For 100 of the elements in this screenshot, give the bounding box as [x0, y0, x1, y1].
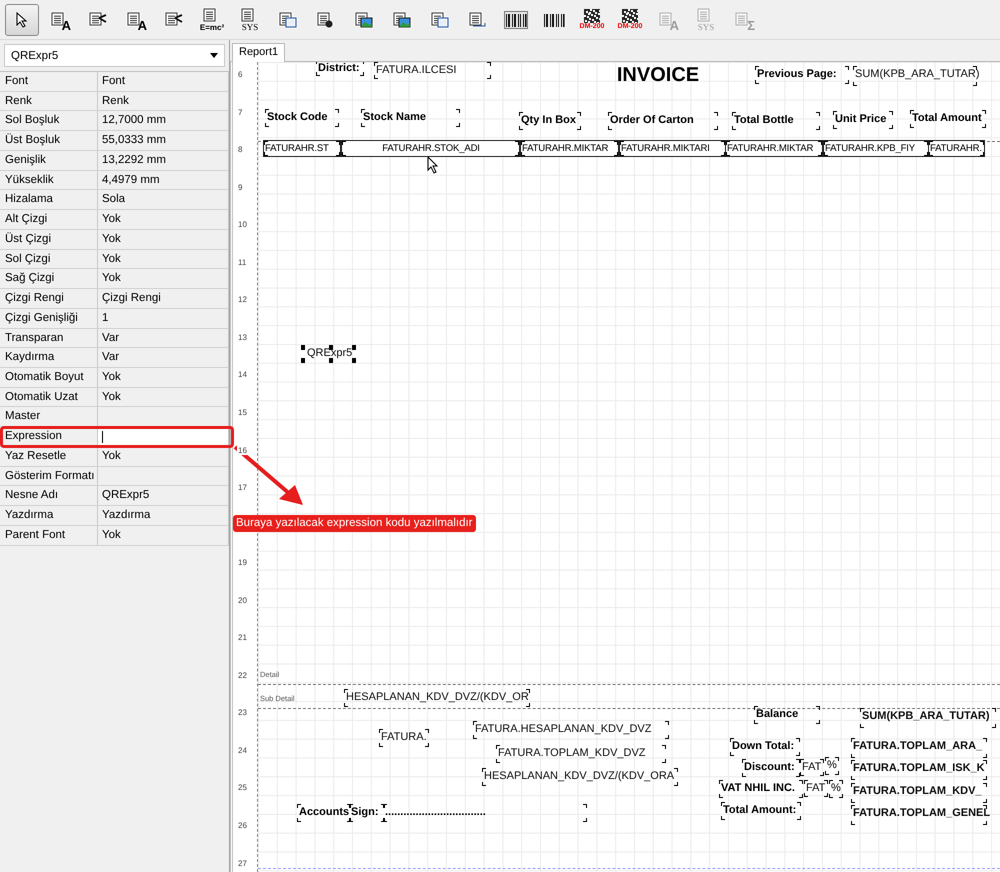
- report-field[interactable]: FATURA.TOPLAM_KDV_: [851, 783, 987, 803]
- property-name: Yazdırma: [0, 506, 98, 525]
- report-label[interactable]: %: [825, 757, 839, 775]
- report-label[interactable]: Down Total:: [730, 738, 800, 756]
- property-value[interactable]: Var: [98, 348, 229, 368]
- report-label[interactable]: Order Of Carton: [608, 112, 718, 130]
- mouse-pointer-icon: [427, 156, 439, 174]
- property-value[interactable]: Yok: [98, 368, 229, 387]
- property-value[interactable]: Renk: [98, 92, 229, 110]
- report-label[interactable]: Discount:: [742, 759, 800, 777]
- report-field[interactable]: FATURA.HESAPLANAN_KDV_DVZ: [473, 721, 669, 739]
- report-label[interactable]: Stock Code: [265, 109, 339, 127]
- property-value[interactable]: Sola: [98, 190, 229, 210]
- property-value[interactable]: 4,4979 mm: [98, 170, 229, 190]
- report-label[interactable]: District:: [316, 62, 364, 76]
- barcode-icon: [504, 10, 528, 28]
- property-value[interactable]: Yok: [98, 250, 229, 268]
- property-name: Renk: [0, 92, 98, 110]
- object-dropdown[interactable]: QRExpr5: [4, 44, 225, 67]
- property-value[interactable]: 55,0333 mm: [98, 131, 229, 150]
- data-field[interactable]: FATURAHR.MIKTARI: [619, 140, 726, 157]
- property-name: Parent Font: [0, 526, 98, 545]
- report-field[interactable]: SUM(KPB_ARA_TUTAR): [853, 66, 977, 86]
- property-value[interactable]: Yazdırma: [98, 506, 229, 525]
- property-value[interactable]: Font: [98, 72, 229, 91]
- report-label[interactable]: Previous Page:: [755, 66, 849, 84]
- property-value[interactable]: Yok: [98, 388, 229, 406]
- property-value[interactable]: Yok: [98, 526, 229, 545]
- property-name: Hizalama: [0, 190, 98, 210]
- report-label[interactable]: %: [829, 780, 843, 798]
- report-label[interactable]: Stock Name: [361, 109, 460, 127]
- data-field[interactable]: FATURAHR.MIKTAR: [725, 140, 823, 157]
- report-label[interactable]: Accounts: [297, 804, 351, 822]
- report-label[interactable]: Total Bottle: [732, 112, 820, 130]
- report-title[interactable]: INVOICE: [563, 62, 753, 88]
- data-field[interactable]: FATURAHR.: [928, 140, 985, 157]
- report-field[interactable]: FATURA.TOPLAM_KDV_DVZ: [496, 745, 666, 763]
- ruler-number: 11: [237, 258, 248, 267]
- system-tool-button[interactable]: SYS: [233, 4, 267, 36]
- ruler-number: 10: [237, 220, 248, 230]
- ruler-number: 8: [237, 145, 244, 154]
- report-field[interactable]: FAT: [800, 759, 824, 776]
- report-field[interactable]: SUM(KPB_ARA_TUTAR): [860, 708, 996, 728]
- ruler-number: 12: [237, 295, 248, 304]
- pointer-tool-button[interactable]: [5, 4, 39, 36]
- property-value[interactable]: 12,7000 mm: [98, 111, 229, 130]
- property-value[interactable]: Var: [98, 328, 229, 348]
- report-label[interactable]: VAT NHIL INC.: [719, 780, 803, 798]
- ruler-number: 17: [237, 483, 248, 492]
- report-label[interactable]: .................................: [383, 804, 587, 822]
- ruler-number: 19: [237, 558, 248, 568]
- property-name: Yaz Resetle: [0, 446, 98, 466]
- report-label[interactable]: Total Amount:: [721, 802, 801, 820]
- report-label[interactable]: Total Amount: [910, 110, 986, 128]
- report-field[interactable]: FAT: [804, 780, 828, 797]
- property-value[interactable]: 13,2292 mm: [98, 150, 229, 170]
- report-label[interactable]: Balance: [754, 706, 820, 724]
- report-tab[interactable]: Report1: [232, 43, 286, 62]
- property-value[interactable]: 1: [98, 308, 229, 328]
- property-name: Transparan: [0, 328, 98, 348]
- document-icon: [431, 12, 449, 28]
- ruler-number: 14: [237, 370, 248, 380]
- ruler-number: 20: [237, 596, 248, 605]
- report-label[interactable]: Sign:: [349, 804, 385, 822]
- report-field[interactable]: FATURA.: [379, 729, 429, 747]
- report-label[interactable]: Qty In Box: [519, 112, 581, 130]
- report-field[interactable]: FATURA.TOPLAM_ISK_K: [851, 760, 987, 780]
- data-field[interactable]: FATURAHR.KPB_FIY: [823, 140, 929, 157]
- ruler-number: 24: [237, 746, 248, 755]
- report-field[interactable]: QRExpr5: [301, 345, 356, 363]
- property-value[interactable]: QRExpr5: [98, 486, 229, 506]
- property-value[interactable]: Çizgi Rengi: [98, 289, 229, 308]
- image-icon: [355, 12, 373, 28]
- property-name: Genişlik: [0, 150, 98, 170]
- label-tool-button[interactable]: A: [43, 4, 77, 36]
- property-name: Üst Boşluk: [0, 131, 98, 150]
- expression-tool-button[interactable]: E=mc²: [195, 4, 229, 36]
- db-text-tool-button[interactable]: A: [119, 4, 153, 36]
- data-field[interactable]: FATURAHR.ST: [263, 140, 341, 157]
- report-field[interactable]: HESAPLANAN_KDV_DVZ/(KDV_ORA: [482, 768, 678, 786]
- report-label[interactable]: Unit Price: [833, 111, 893, 129]
- ruler-number: 7: [237, 108, 244, 117]
- annotation-arrow: [233, 445, 305, 507]
- report-field[interactable]: HESAPLANAN_KDV_DVZ/(KDV_OR: [344, 689, 530, 707]
- report-field[interactable]: FATURA.ILCESI: [374, 62, 491, 79]
- document-icon: [279, 12, 297, 28]
- shapes-icon: [317, 12, 335, 28]
- data-field[interactable]: FATURAHR.STOK_ADI: [341, 140, 520, 157]
- property-name: Çizgi Rengi: [0, 289, 98, 308]
- property-name: Master: [0, 407, 98, 426]
- document-icon: [89, 12, 107, 28]
- property-value[interactable]: Yok: [98, 446, 229, 466]
- property-value[interactable]: Yok: [98, 230, 229, 249]
- ruler-number: 26: [237, 821, 248, 830]
- property-value[interactable]: Yok: [98, 269, 229, 288]
- data-field[interactable]: FATURAHR.MIKTAR: [520, 140, 619, 157]
- report-field[interactable]: FATURA.TOPLAM_ARA_: [851, 738, 987, 758]
- document-icon: [469, 12, 487, 28]
- property-value[interactable]: Yok: [98, 210, 229, 229]
- annotation-label: Buraya yazılacak expression kodu yazılmalıdır: [233, 515, 476, 532]
